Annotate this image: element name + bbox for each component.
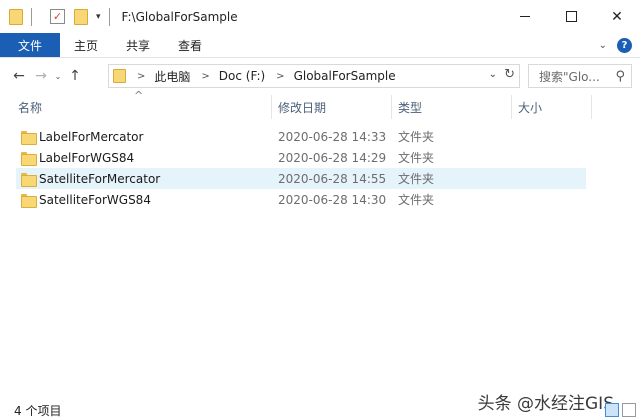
- back-button[interactable]: ←: [8, 64, 30, 88]
- column-header-size[interactable]: 大小: [518, 93, 542, 121]
- breadcrumb-separator[interactable]: >: [137, 71, 145, 82]
- item-count: 4 个项目: [14, 403, 62, 418]
- customize-toolbar-dropdown[interactable]: ▾: [96, 12, 101, 22]
- column-header-type[interactable]: 类型: [398, 93, 422, 121]
- column-headers: ^ 名称 修改日期 类型 大小: [0, 89, 640, 121]
- list-item[interactable]: SatelliteForMercator 2020-06-28 14:55 文件…: [16, 168, 586, 189]
- column-divider[interactable]: [391, 95, 392, 119]
- minimize-button[interactable]: [502, 0, 548, 33]
- navigation-bar: ← → ⌄ ↑ > 此电脑 > Doc (F:) > GlobalForSamp…: [0, 59, 640, 93]
- tab-view[interactable]: 查看: [164, 33, 216, 57]
- up-button[interactable]: ↑: [64, 64, 86, 88]
- title-bar: ✓ ▾ F:\GlobalForSample ✕: [0, 0, 640, 33]
- file-type: 文件夹: [398, 130, 435, 144]
- refresh-button[interactable]: ↻: [504, 67, 515, 82]
- sort-ascending-icon: ^: [134, 89, 144, 102]
- file-name[interactable]: LabelForMercator: [39, 126, 143, 147]
- location-folder-icon: [113, 69, 126, 83]
- recent-locations-dropdown[interactable]: ⌄: [52, 64, 64, 88]
- tab-home[interactable]: 主页: [60, 33, 112, 57]
- large-icons-view-button[interactable]: [622, 403, 636, 417]
- watermark: 头条 @水经注GIS: [477, 394, 614, 414]
- file-type: 文件夹: [398, 151, 435, 165]
- ribbon-tabs: 文件 主页 共享 查看 ⌄ ?: [0, 33, 640, 58]
- quick-access-toolbar: ✓ ▾: [0, 0, 118, 33]
- file-date: 2020-06-28 14:29: [278, 150, 387, 165]
- file-name[interactable]: LabelForWGS84: [39, 147, 134, 168]
- expand-ribbon-icon[interactable]: ⌄: [599, 40, 607, 51]
- search-box[interactable]: 搜索"Glo... ⚲: [528, 64, 632, 88]
- folder-icon: [21, 193, 37, 208]
- list-item[interactable]: SatelliteForWGS84 2020-06-28 14:30 文件夹: [16, 189, 586, 210]
- details-view-button[interactable]: [605, 403, 619, 417]
- folder-icon: [9, 8, 23, 25]
- column-header-name[interactable]: 名称: [18, 93, 42, 121]
- window-title: F:\GlobalForSample: [121, 9, 238, 24]
- search-icon: ⚲: [615, 68, 625, 84]
- file-date: 2020-06-28 14:33: [278, 129, 387, 144]
- address-dropdown[interactable]: ⌄: [489, 69, 497, 80]
- tab-share[interactable]: 共享: [112, 33, 164, 57]
- folder-icon: [21, 130, 37, 145]
- breadcrumb-drive[interactable]: Doc (F:): [219, 69, 265, 83]
- toolbar-divider: [108, 7, 110, 26]
- breadcrumb-this-pc[interactable]: 此电脑: [154, 68, 190, 85]
- breadcrumb-separator[interactable]: >: [201, 71, 209, 82]
- breadcrumb-separator[interactable]: >: [276, 71, 284, 82]
- list-item[interactable]: LabelForWGS84 2020-06-28 14:29 文件夹: [16, 147, 586, 168]
- file-name[interactable]: SatelliteForMercator: [39, 168, 160, 189]
- list-item[interactable]: LabelForMercator 2020-06-28 14:33 文件夹: [16, 126, 586, 147]
- help-icon[interactable]: ?: [617, 38, 632, 53]
- maximize-button[interactable]: [548, 0, 594, 33]
- file-date: 2020-06-28 14:30: [278, 192, 387, 207]
- toolbar-divider: [31, 7, 32, 26]
- file-type: 文件夹: [398, 172, 435, 186]
- file-date: 2020-06-28 14:55: [278, 171, 387, 186]
- new-folder-icon[interactable]: [74, 8, 88, 25]
- window-controls: ✕: [502, 0, 640, 33]
- forward-button[interactable]: →: [30, 64, 52, 88]
- column-header-date-modified[interactable]: 修改日期: [278, 93, 326, 121]
- folder-icon: [21, 151, 37, 166]
- column-divider[interactable]: [511, 95, 512, 119]
- properties-icon[interactable]: ✓: [50, 9, 65, 24]
- folder-icon: [21, 172, 37, 187]
- file-name[interactable]: SatelliteForWGS84: [39, 189, 151, 210]
- search-input[interactable]: 搜索"Glo...: [539, 68, 600, 85]
- file-type: 文件夹: [398, 193, 435, 207]
- address-bar[interactable]: > 此电脑 > Doc (F:) > GlobalForSample ⌄ ↻: [108, 64, 520, 88]
- column-divider[interactable]: [271, 95, 272, 119]
- tab-file[interactable]: 文件: [0, 33, 61, 57]
- close-button[interactable]: ✕: [594, 0, 640, 33]
- column-divider[interactable]: [591, 95, 592, 119]
- view-switcher: [605, 403, 636, 417]
- breadcrumb-current-folder[interactable]: GlobalForSample: [294, 69, 396, 83]
